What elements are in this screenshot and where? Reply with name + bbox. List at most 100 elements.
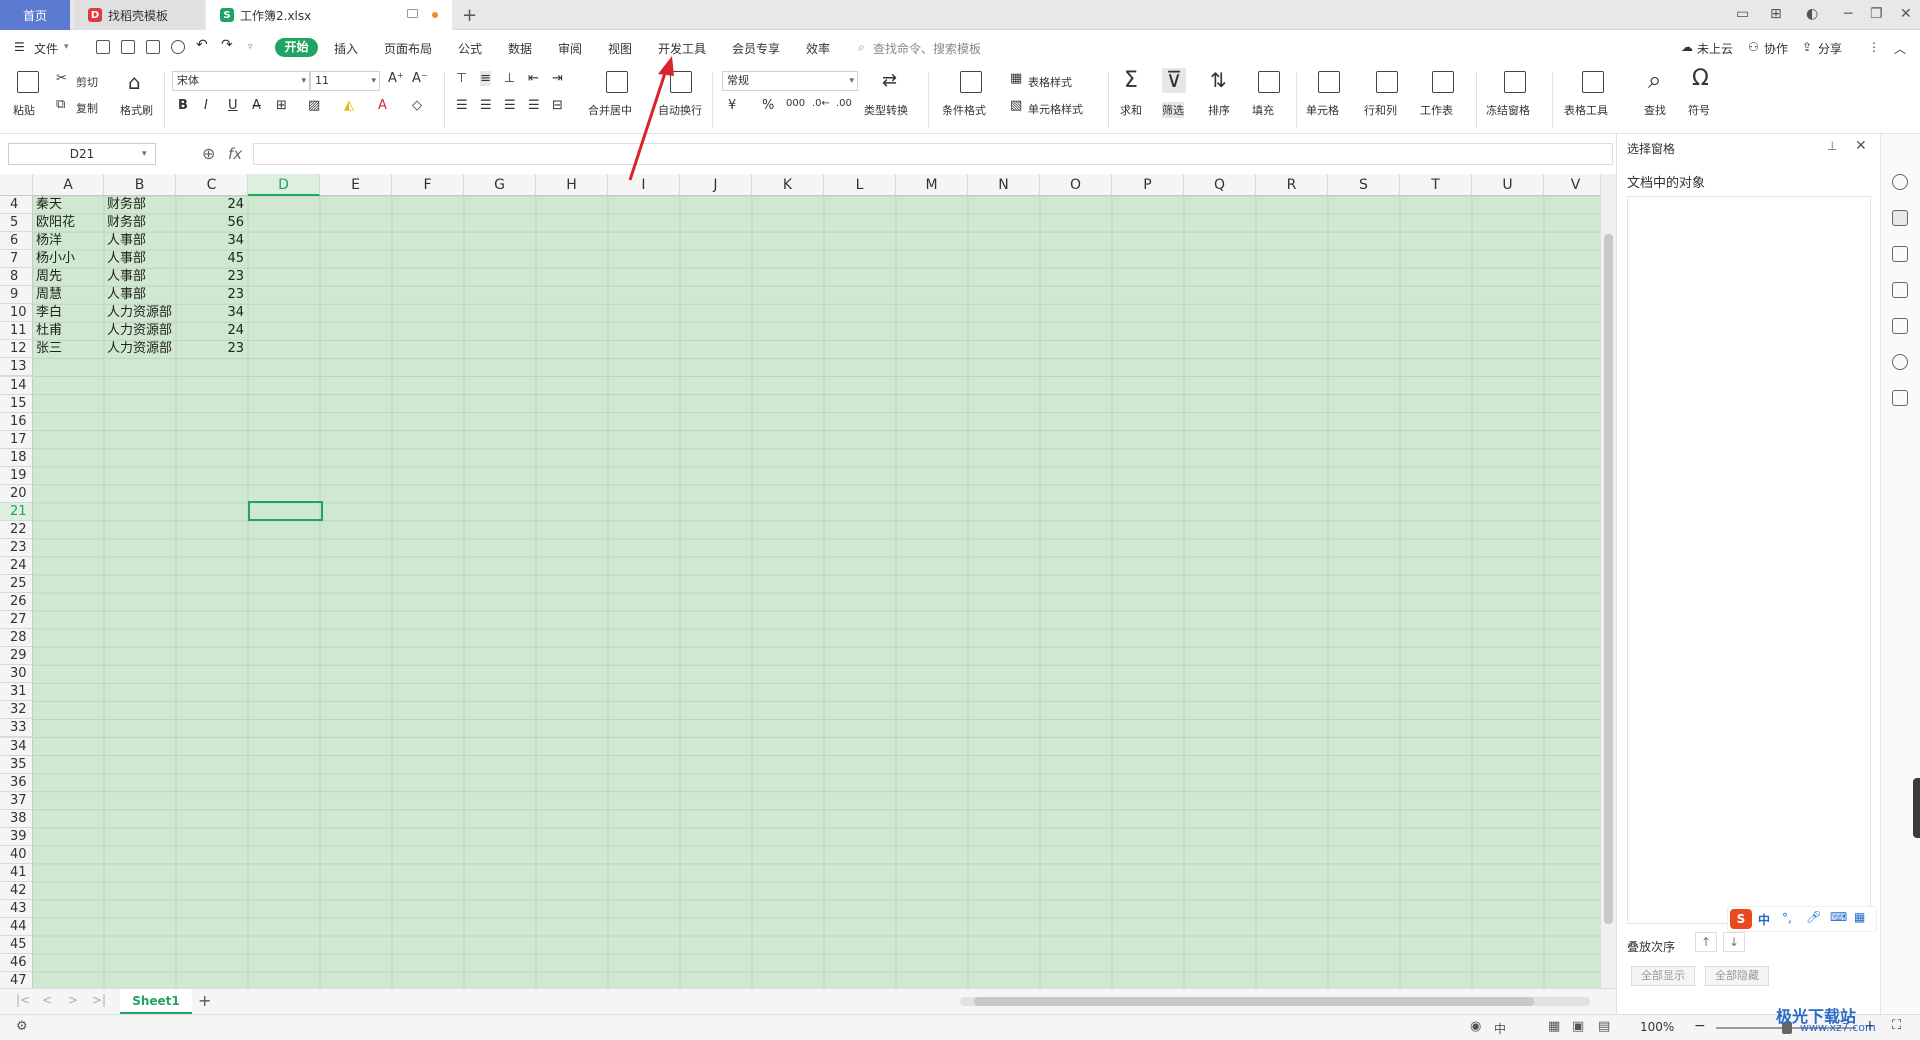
align-right-icon[interactable]: ☰ <box>504 98 516 113</box>
decimal-increase-icon[interactable]: .0← <box>812 98 830 109</box>
menu-formula[interactable]: 公式 <box>458 40 482 57</box>
tab-home[interactable]: 首页 <box>0 0 70 30</box>
cell-b12[interactable]: 人力资源部 <box>107 340 176 358</box>
row-header-25[interactable]: 25 <box>0 575 33 594</box>
type-convert-icon[interactable]: ⇄ <box>882 70 897 91</box>
column-header-t[interactable]: T <box>1400 174 1472 196</box>
column-header-k[interactable]: K <box>752 174 824 196</box>
cell-b10[interactable]: 人力资源部 <box>107 304 176 322</box>
add-sheet-icon[interactable]: + <box>198 991 211 1010</box>
row-header-20[interactable]: 20 <box>0 484 33 503</box>
font-shrink-icon[interactable]: A⁻ <box>412 71 428 86</box>
show-all-button[interactable]: 全部显示 <box>1631 966 1695 986</box>
column-header-v[interactable]: V <box>1544 174 1608 196</box>
copy-button[interactable]: 复制 <box>76 100 98 116</box>
cell-a7[interactable]: 杨小小 <box>36 250 104 268</box>
conditional-format-icon[interactable] <box>960 71 982 93</box>
ime-menu-icon[interactable]: ▦ <box>1854 910 1865 924</box>
spreadsheet-grid[interactable]: ABCDEFGHIJKLMNOPQRSTUV 4 5 6 7 8 9 10 11 12 13 14 1… <box>0 174 1616 988</box>
font-color-icon[interactable]: A <box>378 98 387 113</box>
cell-c11[interactable]: 24 <box>179 322 248 340</box>
column-header-g[interactable]: G <box>464 174 536 196</box>
type-convert-button[interactable]: 类型转换 <box>864 102 908 118</box>
row-header-21[interactable]: 21 <box>0 502 33 521</box>
horizontal-scrollbar[interactable] <box>960 997 1590 1006</box>
cell-a6[interactable]: 杨洋 <box>36 232 104 250</box>
copy-icon[interactable]: ⧉ <box>56 97 65 112</box>
input-mode[interactable]: 中 <box>1494 1020 1506 1037</box>
cell-c7[interactable]: 45 <box>179 250 248 268</box>
table-style-button[interactable]: 表格样式 <box>1028 74 1072 90</box>
bring-forward-icon[interactable]: ↑ <box>1695 932 1717 952</box>
export-icon[interactable] <box>121 40 135 54</box>
menu-data[interactable]: 数据 <box>508 40 532 57</box>
redo-icon[interactable]: ↷ <box>221 37 233 53</box>
zoom-formula-icon[interactable]: ⊕ <box>202 144 215 163</box>
percent-icon[interactable]: % <box>762 98 774 113</box>
cell-button[interactable]: 单元格 <box>1306 102 1339 118</box>
cell-a12[interactable]: 张三 <box>36 340 104 358</box>
scissors-icon[interactable]: ✂ <box>56 71 67 86</box>
hide-all-button[interactable]: 全部隐藏 <box>1705 966 1769 986</box>
row-header-30[interactable]: 30 <box>0 665 33 684</box>
row-header-42[interactable]: 42 <box>0 881 33 900</box>
cell-c10[interactable]: 34 <box>179 304 248 322</box>
row-header-38[interactable]: 38 <box>0 809 33 828</box>
cell-b6[interactable]: 人事部 <box>107 232 176 250</box>
sliders-icon[interactable] <box>1892 246 1908 262</box>
row-header-35[interactable]: 35 <box>0 755 33 774</box>
filter-button[interactable]: 筛选 <box>1162 102 1184 118</box>
font-grow-icon[interactable]: A⁺ <box>388 71 404 86</box>
template-icon[interactable] <box>1892 282 1908 298</box>
ime-toolbar[interactable]: S 中 °, 🎤︎ ⌨ ▦ <box>1727 906 1877 932</box>
close-icon[interactable]: ✕ <box>1855 138 1867 154</box>
row-header-39[interactable]: 39 <box>0 827 33 846</box>
thousands-icon[interactable]: 000 <box>786 98 805 109</box>
cell-a11[interactable]: 杜甫 <box>36 322 104 340</box>
monitor-icon[interactable] <box>407 9 418 18</box>
hamburger-icon[interactable]: ☰ <box>14 40 25 54</box>
menu-review[interactable]: 审阅 <box>558 40 582 57</box>
row-header-32[interactable]: 32 <box>0 701 33 720</box>
sort-icon[interactable]: ⇅ <box>1210 68 1227 92</box>
last-sheet-icon[interactable]: >| <box>92 993 106 1007</box>
column-header-m[interactable]: M <box>896 174 968 196</box>
clear-format-icon[interactable]: ◇ <box>412 98 422 113</box>
worksheet-icon[interactable] <box>1432 71 1454 93</box>
menu-start[interactable]: 开始 <box>275 38 318 57</box>
column-header-n[interactable]: N <box>968 174 1040 196</box>
send-backward-icon[interactable]: ↓ <box>1723 932 1745 952</box>
cell-a5[interactable]: 欧阳花 <box>36 214 104 232</box>
conditional-format-button[interactable]: 条件格式 <box>942 102 986 118</box>
page-layout-view-icon[interactable]: ▣ <box>1572 1019 1584 1034</box>
zoom-out-icon[interactable]: − <box>1694 1018 1706 1034</box>
wrap-text-icon[interactable] <box>670 71 692 93</box>
fill-icon[interactable] <box>1258 71 1280 93</box>
cell-c6[interactable]: 34 <box>179 232 248 250</box>
decimal-decrease-icon[interactable]: .00 <box>836 98 852 109</box>
eye-protection-icon[interactable]: ◉ <box>1470 1019 1481 1034</box>
avatar[interactable]: ◐ <box>1806 6 1818 22</box>
print-icon[interactable] <box>146 40 160 54</box>
fill-pattern-icon[interactable]: ▨ <box>308 98 320 113</box>
column-header-s[interactable]: S <box>1328 174 1400 196</box>
row-header-36[interactable]: 36 <box>0 773 33 792</box>
vertical-scroll-thumb[interactable] <box>1604 234 1613 924</box>
cell-b7[interactable]: 人事部 <box>107 250 176 268</box>
more-icon[interactable]: ⋮ <box>1868 40 1880 54</box>
select-cursor-icon[interactable] <box>1892 210 1908 226</box>
row-header-13[interactable]: 13 <box>0 358 33 377</box>
undo-icon[interactable]: ↶ <box>196 37 208 53</box>
align-top-icon[interactable]: ⊤ <box>456 71 467 86</box>
menu-file[interactable]: 文件 <box>34 40 58 57</box>
indent-increase-icon[interactable]: ⇥ <box>552 71 563 86</box>
cell-c8[interactable]: 23 <box>179 268 248 286</box>
strikethrough-icon[interactable]: A̶ <box>252 98 261 113</box>
bold-icon[interactable]: B <box>178 98 188 113</box>
column-header-e[interactable]: E <box>320 174 392 196</box>
cell-a8[interactable]: 周先 <box>36 268 104 286</box>
menu-efficiency[interactable]: 效率 <box>806 40 830 57</box>
sort-button[interactable]: 排序 <box>1208 102 1230 118</box>
symbol-button[interactable]: 符号 <box>1688 102 1710 118</box>
cut-button[interactable]: 剪切 <box>76 74 98 90</box>
